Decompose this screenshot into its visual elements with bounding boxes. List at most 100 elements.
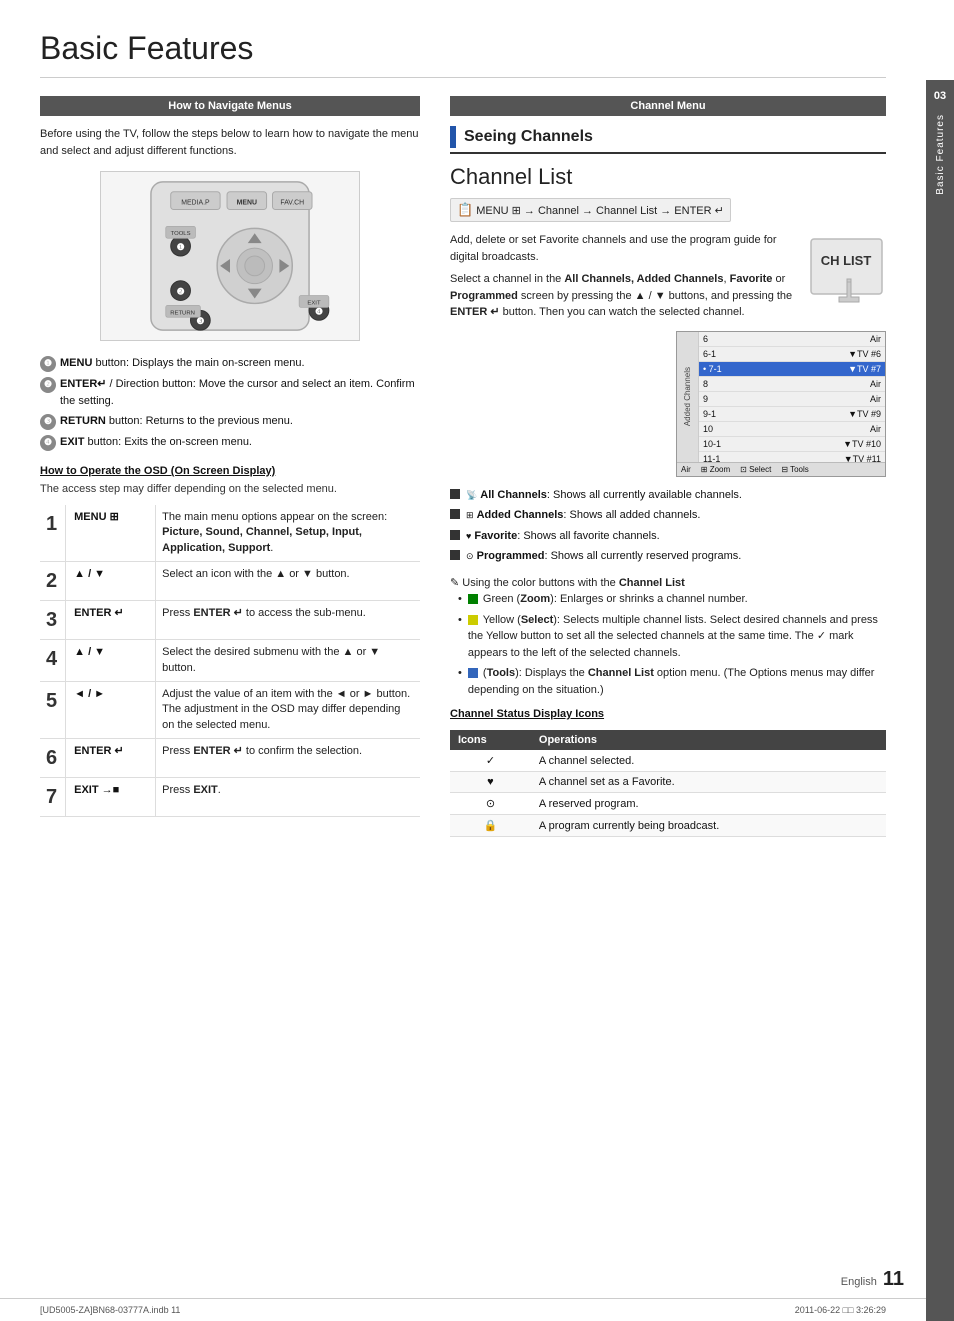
page-number-block: English 11 (841, 1268, 904, 1291)
channel-screen-mockup: Added Channels 6Air 6-1▼TV #6 • 7-1▼TV (676, 331, 886, 477)
channel-row: 6Air (699, 332, 885, 347)
table-cell-key: MENU ⊞ (66, 505, 156, 562)
bullet-text: MENU button: Displays the main on-screen… (60, 355, 305, 372)
main-content: Basic Features How to Navigate Menus Bef… (0, 0, 926, 1321)
page-title: Basic Features (40, 30, 886, 78)
channel-row: 9-1▼TV #9 (699, 407, 885, 422)
square-bullet (450, 489, 460, 499)
table-cell-key: ◄ / ► (66, 681, 156, 738)
table-row: 3 ENTER ↵ Press ENTER ↵ to access the su… (40, 601, 420, 640)
square-bullet (450, 550, 460, 560)
channel-row-highlighted: • 7-1▼TV #7 (699, 362, 885, 377)
footer-zoom: ⊞ Zoom (701, 465, 730, 474)
note-text: (Tools): Displays the Channel List optio… (468, 665, 886, 698)
bullet-number: ❹ (40, 435, 56, 451)
nav-description: Before using the TV, follow the steps be… (40, 126, 420, 159)
svg-text:MEDIA.P: MEDIA.P (181, 200, 210, 207)
status-table: Icons Operations ✓ A channel selected. ♥… (450, 730, 886, 837)
channel-type-text: ⊙ Programmed: Shows all currently reserv… (466, 548, 741, 565)
channel-type: ▼TV #10 (843, 439, 881, 449)
table-cell-num: 5 (40, 681, 66, 738)
square-bullet (450, 509, 460, 519)
svg-text:MENU: MENU (237, 200, 257, 207)
svg-text:TOOLS: TOOLS (171, 231, 191, 237)
table-header-row: Icons Operations (450, 730, 886, 750)
page: 03 Basic Features Basic Features How to … (0, 0, 954, 1321)
table-row: 7 EXIT →■ Press EXIT. (40, 778, 420, 817)
svg-text:CH LIST: CH LIST (820, 253, 871, 268)
table-cell-key: EXIT →■ (66, 778, 156, 817)
status-desc: A channel selected. (531, 750, 886, 772)
channel-row: 8Air (699, 377, 885, 392)
bullet-text: ENTER↵ / Direction button: Move the curs… (60, 376, 420, 409)
channel-type: Air (870, 334, 881, 344)
channel-type: Air (870, 379, 881, 389)
status-icon: ⊙ (450, 793, 531, 815)
channel-type: Air (870, 424, 881, 434)
table-cell-desc: Press ENTER ↵ to confirm the selection. (156, 739, 420, 778)
side-tab: 03 Basic Features (926, 80, 954, 1321)
table-cell-desc: Select the desired submenu with the ▲ or… (156, 640, 420, 682)
table-cell-num: 4 (40, 640, 66, 682)
table-cell-num: 2 (40, 562, 66, 601)
channel-desc-p2: Select a channel in the All Channels, Ad… (450, 271, 796, 321)
channel-type-item: 📡 All Channels: Shows all currently avai… (450, 487, 886, 504)
menu-path: 📋 MENU ⊞ → Channel → Channel List → ENTE… (450, 198, 731, 222)
status-icon: ✓ (450, 750, 531, 772)
menu-path-icon: 📋 (457, 202, 473, 218)
table-cell-desc: Press ENTER ↵ to access the sub-menu. (156, 601, 420, 640)
bullet-number: ❷ (40, 377, 56, 393)
table-cell-key: ▲ / ▼ (66, 562, 156, 601)
table-cell-key: ▲ / ▼ (66, 640, 156, 682)
channel-screen-left-label: Added Channels (683, 367, 692, 426)
channel-row: 11-1▼TV #11 (699, 452, 885, 466)
channel-row: 6-1▼TV #6 (699, 347, 885, 362)
table-header-operations: Operations (531, 730, 886, 750)
channel-num: 10 (703, 424, 713, 434)
right-column: Channel Menu Seeing Channels Channel Lis… (450, 96, 886, 837)
channel-status-header: Channel Status Display Icons (450, 708, 886, 720)
status-desc: A channel set as a Favorite. (531, 772, 886, 793)
osd-desc: The access step may differ depending on … (40, 483, 420, 495)
channel-type-text: ⊞ Added Channels: Shows all added channe… (466, 507, 700, 524)
chapter-number: 03 (934, 90, 946, 102)
osd-subheader: How to Operate the OSD (On Screen Displa… (40, 465, 420, 477)
channel-type-list: 📡 All Channels: Shows all currently avai… (450, 487, 886, 565)
footer-right: 2011-06-22 □□ 3:26:29 (795, 1305, 886, 1315)
status-desc: A program currently being broadcast. (531, 815, 886, 837)
note-text: Yellow (Select): Selects multiple channe… (468, 612, 886, 662)
channel-desc-block: Add, delete or set Favorite channels and… (450, 232, 886, 321)
status-icon: 🔒 (450, 815, 531, 837)
channel-row: 10 Air (699, 422, 885, 437)
table-row: 4 ▲ / ▼ Select the desired submenu with … (40, 640, 420, 682)
table-cell-desc: Adjust the value of an item with the ◄ o… (156, 681, 420, 738)
channel-num: 6-1 (703, 349, 716, 359)
osd-table: 1 MENU ⊞ The main menu options appear on… (40, 505, 420, 817)
table-cell-num: 6 (40, 739, 66, 778)
chapter-label: Basic Features (935, 114, 946, 195)
footer-bar: [UD5005-ZA]BN68-03777A.indb 11 2011-06-2… (0, 1298, 926, 1321)
remote-illustration: MEDIA.P MENU FAV.CH (100, 171, 360, 341)
svg-text:RETURN: RETURN (170, 310, 195, 316)
table-cell-key: ENTER ↵ (66, 601, 156, 640)
table-cell-num: 1 (40, 505, 66, 562)
note-text: Green (Zoom): Enlarges or shrinks a chan… (468, 591, 748, 608)
note-bullet: • (458, 612, 462, 629)
square-bullet (450, 530, 460, 540)
footer-tools: ⊟ Tools (781, 465, 808, 474)
channel-type: ▼TV #9 (848, 409, 881, 419)
channel-type-text: ♥ Favorite: Shows all favorite channels. (466, 528, 660, 545)
page-number: 11 (883, 1268, 904, 1291)
note-list: • Green (Zoom): Enlarges or shrinks a ch… (450, 591, 886, 698)
table-row: 6 ENTER ↵ Press ENTER ↵ to confirm the s… (40, 739, 420, 778)
table-cell-desc: Select an icon with the ▲ or ▼ button. (156, 562, 420, 601)
table-row: ✓ A channel selected. (450, 750, 886, 772)
footer-label: Air (681, 465, 691, 474)
table-row: ⊙ A reserved program. (450, 793, 886, 815)
table-row: 🔒 A program currently being broadcast. (450, 815, 886, 837)
svg-text:FAV.CH: FAV.CH (280, 200, 304, 207)
svg-text:❸: ❸ (196, 316, 204, 326)
bullet-number: ❶ (40, 356, 56, 372)
note-item: • Yellow (Select): Selects multiple chan… (458, 612, 886, 662)
blue-bar-accent (450, 126, 456, 148)
